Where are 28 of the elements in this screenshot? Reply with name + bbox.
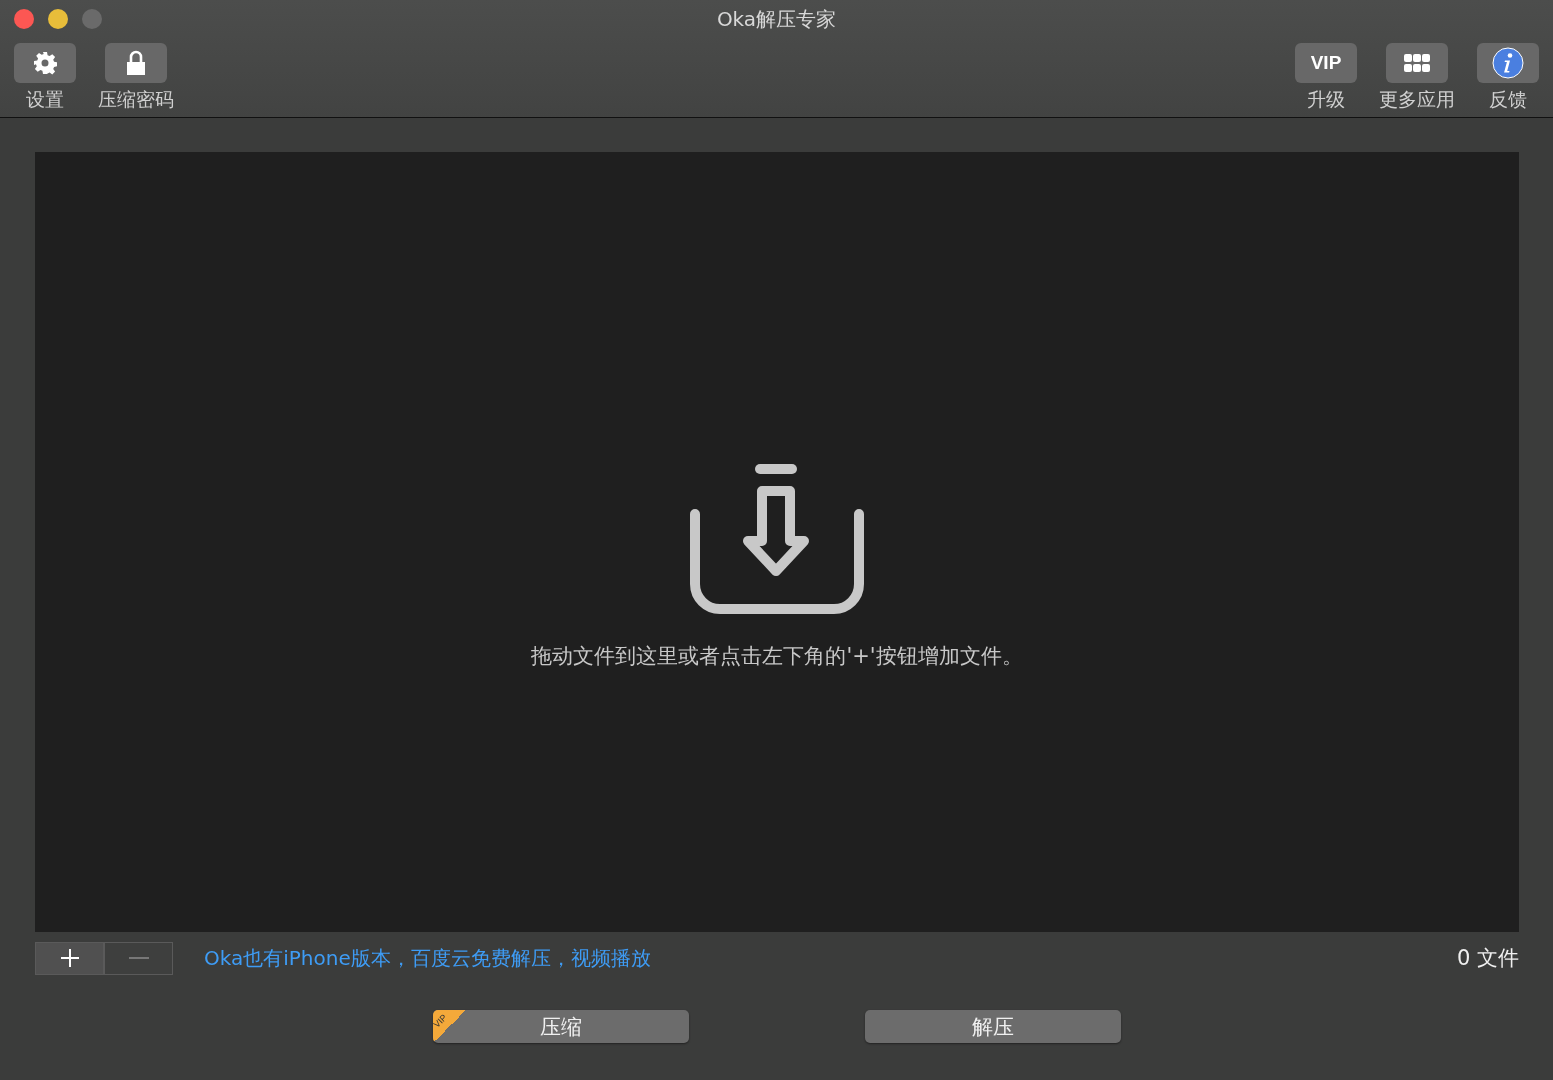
grid-icon [1404,54,1430,72]
grid-button[interactable] [1386,43,1448,83]
close-button[interactable] [14,9,34,29]
toolbar-label: 更多应用 [1379,87,1455,112]
extract-button[interactable]: 解压 [865,1010,1121,1043]
gear-icon [33,51,57,75]
info-button[interactable] [1477,43,1539,83]
toolbar-label: 压缩密码 [98,87,174,112]
lock-icon [126,50,146,76]
add-button[interactable] [35,941,104,975]
promo-link[interactable]: Oka也有iPhone版本，百度云免费解压，视频播放 [204,944,651,972]
minus-icon [128,957,149,959]
vip-ribbon: VIP [433,1010,466,1043]
download-tray-icon [690,464,864,616]
info-icon [1492,47,1524,79]
minimize-button[interactable] [48,9,68,29]
compress-button[interactable]: VIP 压缩 [433,1010,689,1043]
window-title: Oka解压专家 [716,5,837,33]
lock-button[interactable] [105,43,167,83]
drop-area[interactable]: 拖动文件到这里或者点击左下角的'+'按钮增加文件。 [35,152,1519,932]
drop-hint: 拖动文件到这里或者点击左下角的'+'按钮增加文件。 [531,643,1023,670]
toolbar-label: 反馈 [1489,87,1527,112]
plus-icon [59,948,80,968]
gear-button[interactable] [14,43,76,83]
toolbar-label: 升级 [1307,87,1345,112]
upgrade-button[interactable]: VIP [1295,43,1357,83]
toolbar-label: 设置 [26,87,64,112]
file-count: 0 文件 [1456,945,1519,972]
